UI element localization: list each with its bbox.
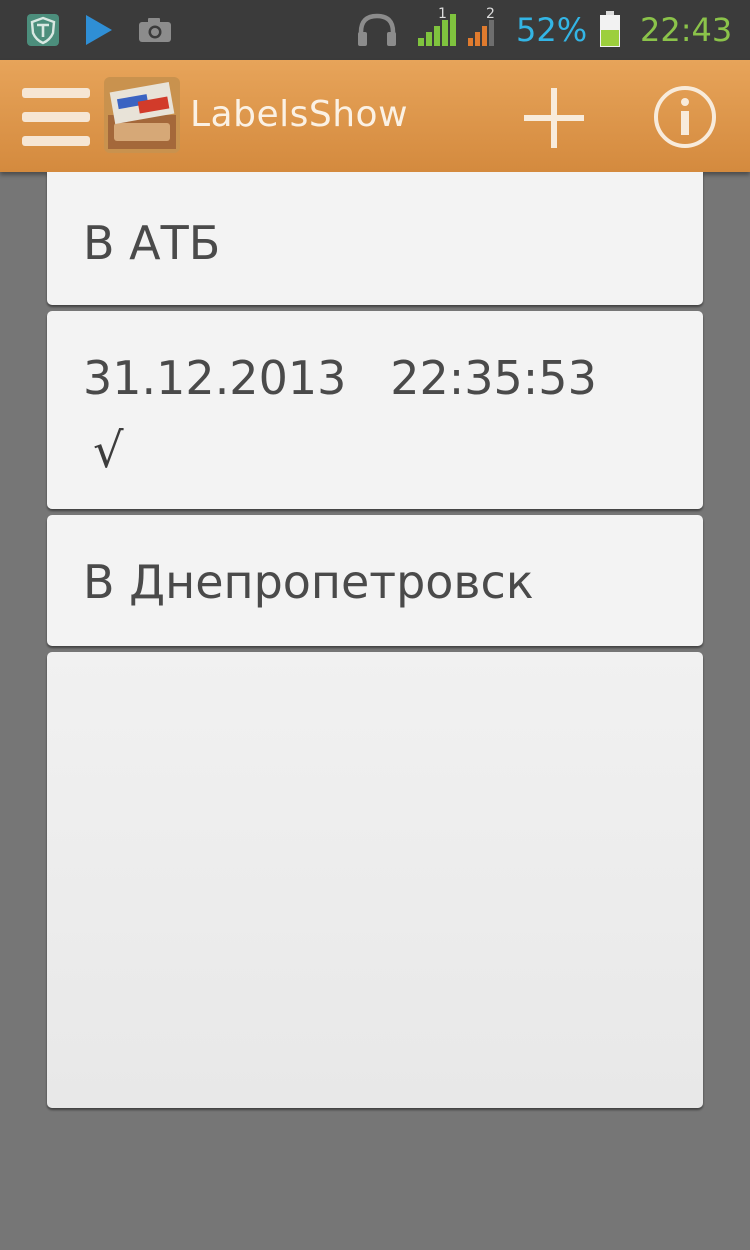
headphones-icon: [358, 13, 396, 46]
app-title: LabelsShow: [190, 94, 409, 135]
shield-app-icon: [27, 14, 59, 46]
note-text: В Днепропетровск: [83, 555, 534, 609]
list-item[interactable]: В АТБ: [47, 172, 703, 305]
signal-sim2-icon: [468, 20, 494, 46]
info-icon[interactable]: [652, 84, 718, 150]
battery-icon: [600, 11, 620, 47]
status-bar: 1 2 52% 22:43: [0, 0, 750, 60]
signal-sim1-icon: [418, 14, 456, 46]
battery-percent: 52%: [516, 11, 588, 49]
note-text: 31.12.2013 22:35:53: [83, 351, 597, 405]
app-logo-icon[interactable]: [104, 77, 180, 153]
list-item[interactable]: 31.12.2013 22:35:53 √: [47, 311, 703, 509]
clock: 22:43: [640, 11, 733, 49]
note-text: В АТБ: [83, 216, 221, 270]
check-mark: √: [93, 423, 124, 479]
add-icon[interactable]: [520, 84, 588, 152]
camera-icon: [139, 18, 171, 42]
empty-list-area: [47, 652, 703, 1108]
action-bar: LabelsShow: [0, 60, 750, 172]
menu-icon[interactable]: [22, 88, 90, 146]
play-store-icon: [86, 15, 112, 45]
list-item[interactable]: В Днепропетровск: [47, 515, 703, 646]
